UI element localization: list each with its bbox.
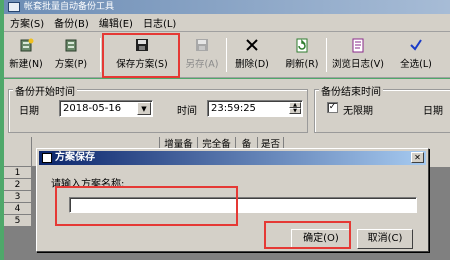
spin-down-icon[interactable]: ▼ [289, 108, 301, 114]
highlight-ok-button [264, 221, 351, 249]
start-date-value: 2018-05-16 [63, 103, 122, 114]
checkmark-icon [407, 37, 425, 53]
start-time-value: 23:59:25 [211, 103, 256, 114]
toolbar-separator [100, 38, 101, 72]
start-time-label: 时间 [177, 106, 197, 117]
refresh-button[interactable]: 刷新(R) [280, 35, 324, 75]
new-label: 新建(N) [9, 59, 43, 70]
app-icon [8, 2, 20, 12]
floppy-disk-disabled-icon [193, 37, 211, 53]
end-date-label: 日期 [423, 106, 443, 117]
backup-end-title: 备份结束时间 [319, 83, 383, 98]
save-as-label: 另存(A) [185, 59, 219, 70]
start-date-label: 日期 [19, 106, 39, 117]
row-number[interactable]: 3 [4, 191, 32, 203]
unlimited-checkbox[interactable]: ✓ [327, 102, 338, 113]
window-titlebar: 帐套批量自动备份工具 [4, 0, 450, 14]
delete-label: 删除(D) [235, 59, 269, 70]
backup-start-title: 备份开始时间 [13, 83, 77, 98]
refresh-icon [293, 37, 311, 53]
dialog-floppy-icon [42, 153, 52, 163]
dialog-title: 方案保存 [55, 152, 95, 163]
menu-bar: 方案(S) 备份(B) 编辑(E) 日志(L) [4, 14, 450, 32]
backup-time-section: 备份开始时间 日期 2018-05-16 ▼ 时间 23:59:25 ▲ ▼ 备… [4, 79, 450, 137]
unlimited-label: 无限期 [343, 106, 373, 117]
view-log-button[interactable]: 浏览日志(V) [330, 35, 386, 75]
menu-log[interactable]: 日志(L) [143, 15, 176, 30]
row-number[interactable]: 1 [4, 167, 32, 179]
refresh-label: 刷新(R) [285, 59, 319, 70]
dialog-titlebar: 方案保存 ✕ [39, 151, 426, 165]
server-plan-icon [62, 37, 80, 53]
plan-button[interactable]: 方案(P) [50, 35, 92, 75]
select-all-label: 全选(L) [400, 59, 432, 70]
menu-backup[interactable]: 备份(B) [54, 15, 89, 30]
server-new-icon [17, 37, 35, 53]
toolbar: 新建(N) 方案(P) 保存方案(S) 另存(A) 删除(D) 刷新(R) 浏览… [4, 32, 450, 78]
menu-edit[interactable]: 编辑(E) [99, 15, 133, 30]
menu-plan[interactable]: 方案(S) [10, 15, 44, 30]
plan-label: 方案(P) [54, 59, 88, 70]
highlight-name-input [55, 186, 238, 226]
start-date-picker[interactable]: 2018-05-16 ▼ [59, 100, 153, 117]
toolbar-separator [326, 38, 327, 72]
select-all-button[interactable]: 全选(L) [392, 35, 440, 75]
time-spinner[interactable]: ▲ ▼ [289, 102, 301, 115]
view-log-label: 浏览日志(V) [332, 59, 384, 70]
backup-start-group: 备份开始时间 日期 2018-05-16 ▼ 时间 23:59:25 ▲ ▼ [8, 83, 308, 133]
start-time-input[interactable]: 23:59:25 ▲ ▼ [207, 100, 303, 117]
save-as-button[interactable]: 另存(A) [182, 35, 222, 75]
close-icon[interactable]: ✕ [411, 152, 424, 163]
delete-button[interactable]: 删除(D) [230, 35, 274, 75]
cancel-button[interactable]: 取消(C) [357, 229, 413, 249]
backup-end-group: 备份结束时间 ✓ 无限期 日期 [314, 83, 450, 133]
toolbar-separator [226, 38, 227, 72]
dropdown-arrow-icon[interactable]: ▼ [137, 102, 151, 115]
row-number[interactable]: 5 [4, 215, 32, 227]
highlight-save-plan [102, 33, 180, 78]
delete-x-icon [243, 37, 261, 53]
log-document-icon [349, 37, 367, 53]
row-number[interactable]: 4 [4, 203, 32, 215]
row-number[interactable]: 2 [4, 179, 32, 191]
new-button[interactable]: 新建(N) [6, 35, 46, 75]
grid-corner-cell [4, 137, 32, 167]
window-title: 帐套批量自动备份工具 [24, 2, 115, 12]
